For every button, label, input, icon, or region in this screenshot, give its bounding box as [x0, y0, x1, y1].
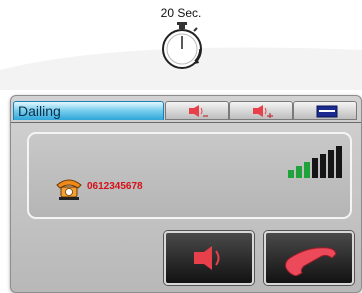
menu-bar-icon	[316, 105, 338, 118]
signal-bar	[336, 146, 342, 178]
signal-strength-icon	[288, 146, 342, 178]
speaker-volume-down-icon	[189, 105, 208, 117]
dialed-number: 0612345678	[87, 181, 143, 192]
volume-down-button[interactable]	[165, 101, 229, 120]
stopwatch-icon	[162, 22, 202, 69]
menu-button[interactable]	[293, 101, 357, 120]
volume-up-button[interactable]	[229, 101, 293, 120]
timer-label: 20 Sec.	[160, 6, 202, 20]
signal-bar	[296, 166, 302, 178]
signal-bar	[320, 154, 326, 178]
signal-bar	[312, 158, 318, 178]
hang-up-handset-icon	[285, 247, 337, 276]
tab-bar: Dailing	[11, 99, 361, 123]
call-display: 0612345678	[27, 132, 352, 219]
hang-up-button[interactable]	[264, 231, 354, 285]
speaker-volume-up-icon	[253, 105, 273, 118]
dialer-panel: Dailing 0612345678	[10, 95, 362, 293]
tab-dialing[interactable]: Dailing	[13, 101, 164, 120]
orange-telephone-icon	[56, 179, 82, 200]
speaker-icon	[194, 246, 220, 270]
tab-divider	[11, 122, 361, 123]
signal-bar	[288, 170, 294, 178]
signal-bar	[304, 162, 310, 178]
signal-bar	[328, 150, 334, 178]
speaker-button[interactable]	[164, 231, 254, 285]
